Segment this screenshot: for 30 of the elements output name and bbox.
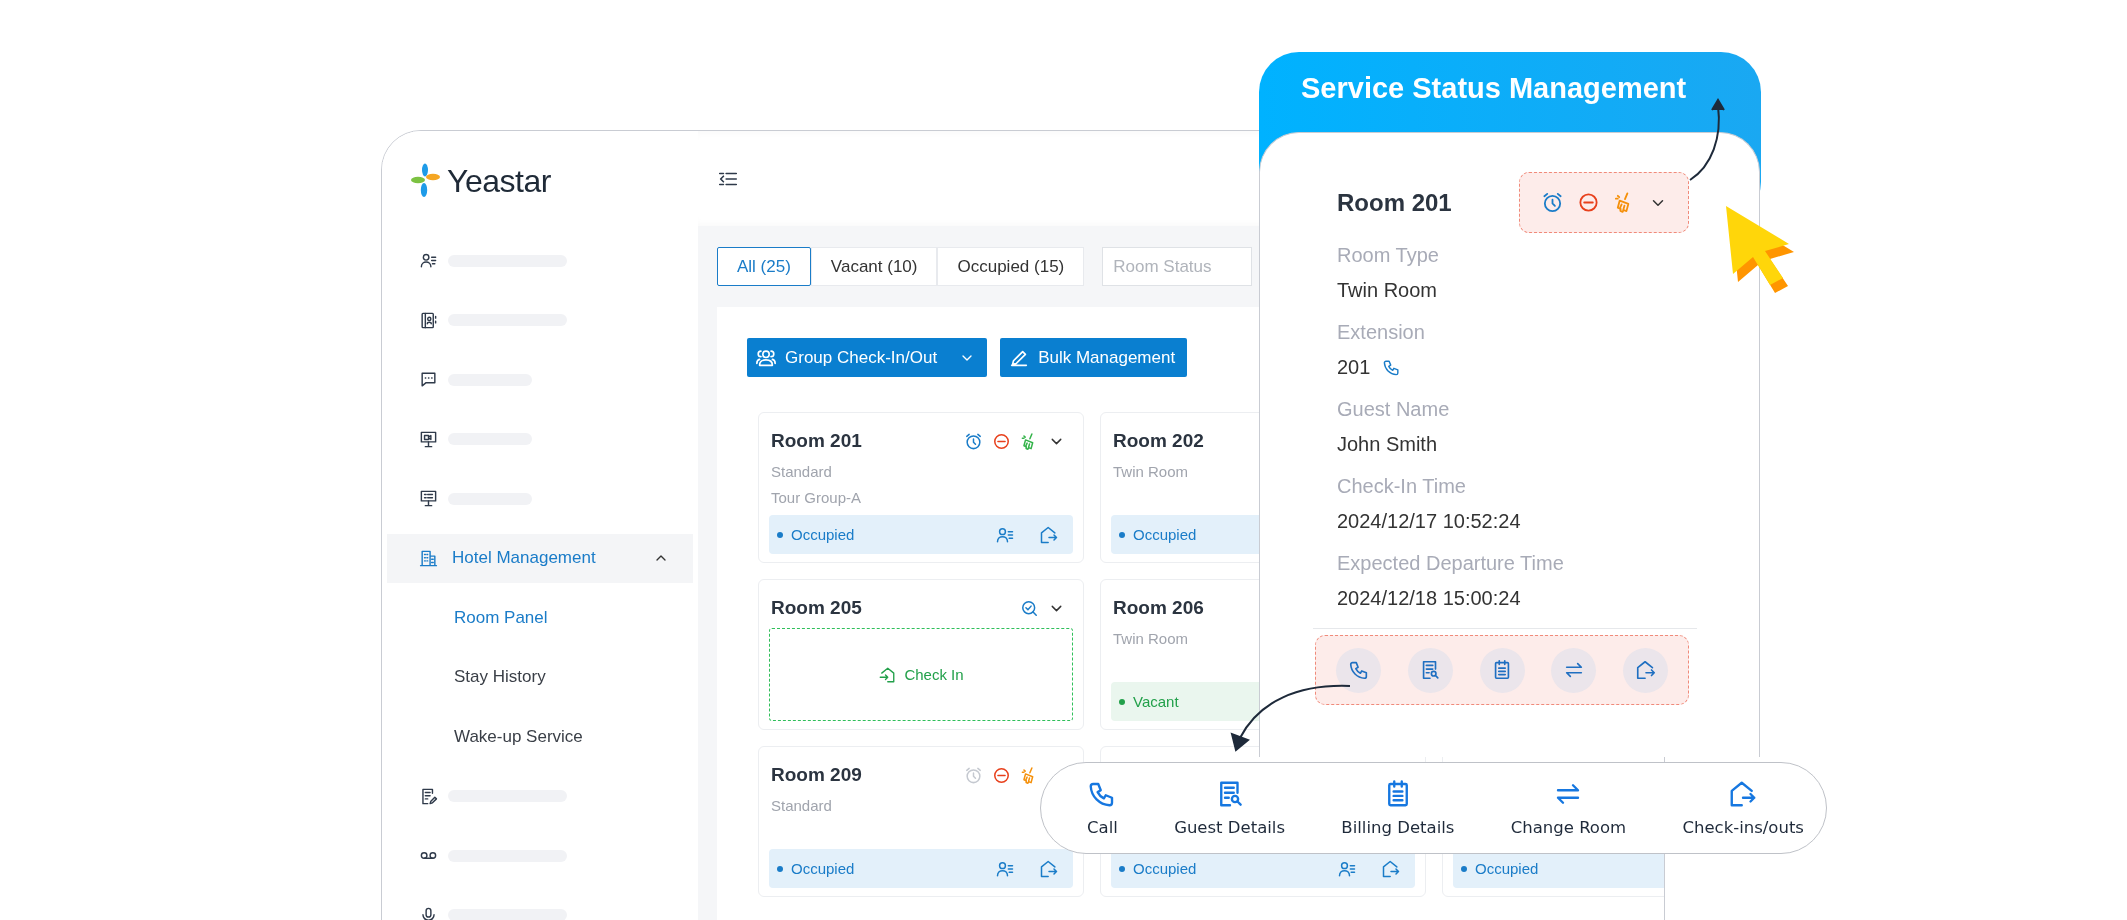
field-value: 201	[1337, 355, 1371, 380]
banner-title: Service Status Management	[1300, 71, 1688, 106]
field-label: Room Type	[1337, 243, 1440, 268]
status-label: Occupied	[791, 526, 856, 543]
room-title: Room 209	[771, 764, 862, 786]
logo-text: Yeastar	[447, 162, 551, 200]
field-value: 2024/12/18 15:00:24	[1337, 586, 1521, 611]
status-label: Occupied	[791, 860, 856, 877]
room-title: Room 205	[771, 597, 862, 619]
status-label: Occupied	[1475, 860, 1540, 877]
room-detail: Twin Room	[1113, 462, 1190, 482]
field-label: Check-In Time	[1337, 474, 1467, 499]
field-value: John Smith	[1337, 432, 1438, 457]
field-label: Extension	[1337, 320, 1426, 345]
status-label: Occupied	[1133, 860, 1198, 877]
room-detail: Tour Group-A	[771, 488, 863, 508]
field-label: Guest Name	[1337, 397, 1451, 422]
room-title: Room 206	[1113, 597, 1204, 619]
status-label: Vacant	[1133, 693, 1180, 710]
room-detail: Twin Room	[1113, 629, 1190, 649]
room-title: Room 202	[1113, 430, 1204, 452]
field-label: Expected Departure Time	[1337, 551, 1565, 576]
status-label: Occupied	[1133, 526, 1198, 543]
sidebar-group-label: Hotel Management	[452, 548, 597, 568]
room-title: Room 201	[1337, 188, 1452, 217]
room-title: Room 201	[771, 430, 862, 452]
room-detail: Standard	[771, 462, 833, 482]
field-value: Twin Room	[1337, 278, 1438, 303]
field-value: 2024/12/17 10:52:24	[1337, 509, 1521, 534]
room-detail: Standard	[771, 796, 833, 816]
